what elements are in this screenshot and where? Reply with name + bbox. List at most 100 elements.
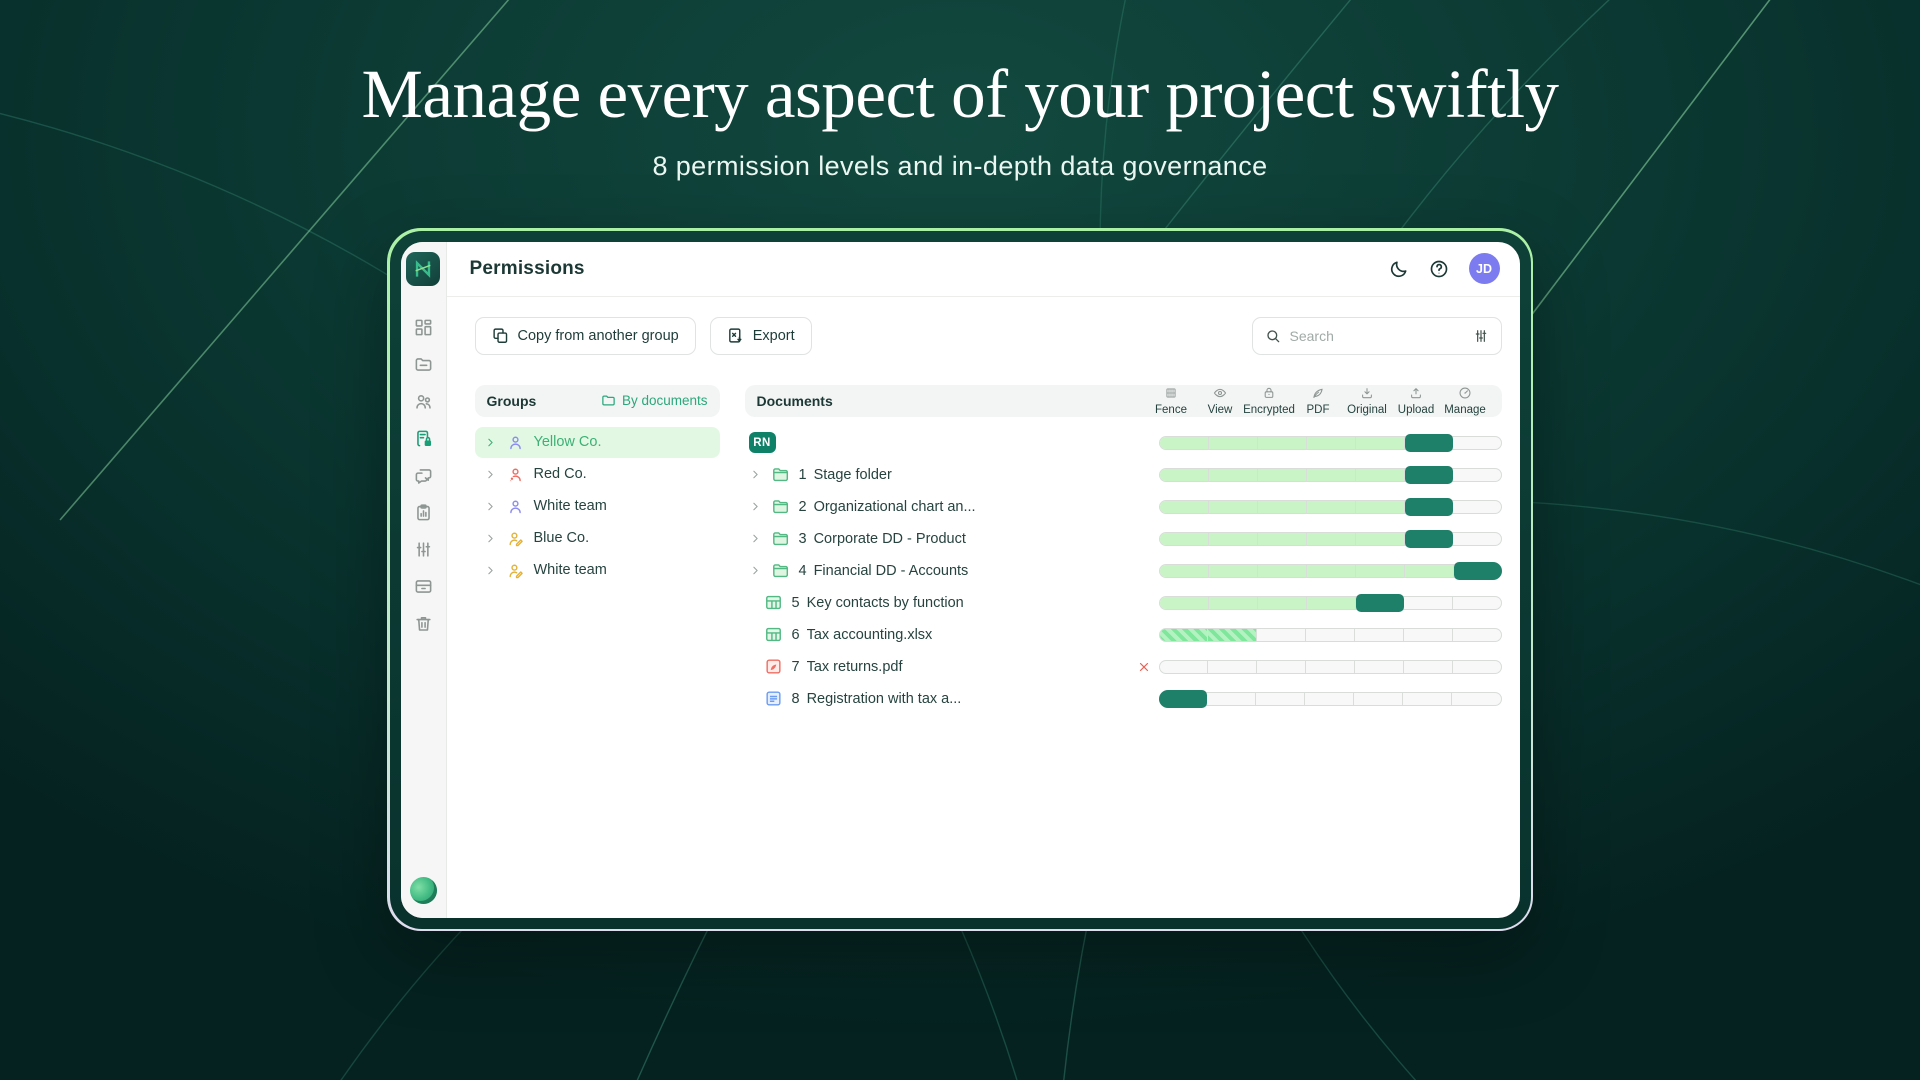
permission-segment-view[interactable] bbox=[1209, 501, 1258, 513]
document-row[interactable]: 3Corporate DD - Product bbox=[745, 523, 1502, 555]
column-upload[interactable]: Upload bbox=[1392, 386, 1441, 416]
comments-icon[interactable] bbox=[413, 466, 433, 486]
permission-segment-original[interactable] bbox=[1356, 565, 1405, 577]
group-row[interactable]: Yellow Co. bbox=[475, 427, 720, 458]
users-icon[interactable] bbox=[413, 392, 433, 412]
document-row[interactable]: 8Registration with tax a... bbox=[745, 683, 1502, 715]
permission-segment-fence[interactable] bbox=[1160, 565, 1209, 577]
trash-icon[interactable] bbox=[413, 614, 433, 634]
permission-segment-manage[interactable] bbox=[1453, 469, 1501, 481]
permission-segment-original[interactable] bbox=[1356, 533, 1405, 545]
permission-segment-upload[interactable] bbox=[1403, 693, 1452, 705]
by-documents-link[interactable]: By documents bbox=[601, 393, 708, 408]
permission-segment-encrypted[interactable] bbox=[1257, 629, 1306, 641]
permission-segment-view[interactable] bbox=[1209, 469, 1258, 481]
permission-segment-upload[interactable] bbox=[1405, 565, 1454, 577]
filter-sliders-icon[interactable] bbox=[1473, 328, 1489, 344]
document-row[interactable]: 1Stage folder bbox=[745, 459, 1502, 491]
permission-segment-fence[interactable] bbox=[1159, 690, 1207, 708]
permission-segment-upload[interactable] bbox=[1405, 466, 1453, 484]
column-original[interactable]: Original bbox=[1343, 386, 1392, 416]
permission-segment-manage[interactable] bbox=[1453, 661, 1501, 673]
permission-segment-manage[interactable] bbox=[1454, 562, 1502, 580]
permission-segment-view[interactable] bbox=[1209, 597, 1258, 609]
permission-segment-fence[interactable] bbox=[1160, 629, 1209, 641]
document-row[interactable]: 4Financial DD - Accounts bbox=[745, 555, 1502, 587]
group-row[interactable]: Blue Co. bbox=[475, 523, 720, 554]
permission-segment-pdf[interactable] bbox=[1306, 661, 1355, 673]
permission-segment-upload[interactable] bbox=[1404, 597, 1453, 609]
permission-segment-view[interactable] bbox=[1208, 629, 1257, 641]
chevron-right-icon[interactable] bbox=[484, 564, 497, 577]
permission-segment-manage[interactable] bbox=[1453, 597, 1501, 609]
group-row[interactable]: White team bbox=[475, 555, 720, 586]
permission-segment-fence[interactable] bbox=[1160, 533, 1209, 545]
permission-segment-upload[interactable] bbox=[1404, 661, 1453, 673]
permission-segment-original[interactable] bbox=[1354, 693, 1403, 705]
document-row[interactable]: 5Key contacts by function bbox=[745, 587, 1502, 619]
permission-segment-original[interactable] bbox=[1356, 437, 1405, 449]
chevron-right-icon[interactable] bbox=[484, 532, 497, 545]
permission-segment-pdf[interactable] bbox=[1307, 597, 1356, 609]
permission-segment-view[interactable] bbox=[1207, 693, 1256, 705]
permission-segment-pdf[interactable] bbox=[1307, 565, 1356, 577]
permission-segment-pdf[interactable] bbox=[1307, 437, 1356, 449]
permission-segment-original[interactable] bbox=[1356, 501, 1405, 513]
search-field[interactable] bbox=[1252, 317, 1502, 355]
export-button[interactable]: Export bbox=[710, 317, 812, 355]
document-row[interactable]: 2Organizational chart an... bbox=[745, 491, 1502, 523]
dashboard-icon[interactable] bbox=[413, 318, 433, 338]
permission-segment-encrypted[interactable] bbox=[1257, 661, 1306, 673]
permission-segment-original[interactable] bbox=[1355, 629, 1404, 641]
help-icon[interactable] bbox=[1429, 259, 1449, 279]
permission-segment-upload[interactable] bbox=[1405, 530, 1453, 548]
permission-segment-pdf[interactable] bbox=[1306, 629, 1355, 641]
column-view[interactable]: View bbox=[1196, 386, 1245, 416]
theme-toggle-moon-icon[interactable] bbox=[1389, 259, 1409, 279]
user-avatar[interactable]: JD bbox=[1469, 253, 1500, 284]
permission-segment-original[interactable] bbox=[1356, 594, 1404, 612]
permission-segment-view[interactable] bbox=[1208, 661, 1257, 673]
permission-segment-upload[interactable] bbox=[1404, 629, 1453, 641]
search-input[interactable] bbox=[1290, 328, 1464, 344]
document-row[interactable]: 7Tax returns.pdf bbox=[745, 651, 1502, 683]
permission-segment-encrypted[interactable] bbox=[1258, 533, 1307, 545]
column-fence[interactable]: Fence bbox=[1147, 386, 1196, 416]
permission-segment-fence[interactable] bbox=[1160, 661, 1209, 673]
chevron-right-icon[interactable] bbox=[484, 436, 497, 449]
permission-segment-encrypted[interactable] bbox=[1258, 597, 1307, 609]
archive-icon[interactable] bbox=[413, 577, 433, 597]
chevron-right-icon[interactable] bbox=[749, 532, 762, 545]
permission-segment-view[interactable] bbox=[1209, 533, 1258, 545]
permission-segment-encrypted[interactable] bbox=[1258, 565, 1307, 577]
app-logo[interactable] bbox=[406, 252, 440, 286]
reports-icon[interactable] bbox=[413, 503, 433, 523]
permission-segment-encrypted[interactable] bbox=[1256, 693, 1305, 705]
column-encrypted[interactable]: Encrypted bbox=[1245, 386, 1294, 416]
chevron-right-icon[interactable] bbox=[484, 500, 497, 513]
permission-segment-manage[interactable] bbox=[1453, 533, 1501, 545]
chevron-right-icon[interactable] bbox=[484, 468, 497, 481]
permission-segment-pdf[interactable] bbox=[1307, 533, 1356, 545]
permission-segment-original[interactable] bbox=[1356, 469, 1405, 481]
permission-segment-manage[interactable] bbox=[1453, 501, 1501, 513]
permission-segment-original[interactable] bbox=[1355, 661, 1404, 673]
permission-segment-fence[interactable] bbox=[1160, 437, 1209, 449]
group-row[interactable]: White team bbox=[475, 491, 720, 522]
permission-segment-encrypted[interactable] bbox=[1258, 437, 1307, 449]
group-row[interactable]: Red Co. bbox=[475, 459, 720, 490]
permission-segment-fence[interactable] bbox=[1160, 501, 1209, 513]
chevron-right-icon[interactable] bbox=[749, 468, 762, 481]
permission-segment-fence[interactable] bbox=[1160, 469, 1209, 481]
permission-segment-view[interactable] bbox=[1209, 437, 1258, 449]
copy-from-group-button[interactable]: Copy from another group bbox=[475, 317, 696, 355]
permission-segment-upload[interactable] bbox=[1405, 498, 1453, 516]
column-pdf[interactable]: PDF bbox=[1294, 386, 1343, 416]
document-row[interactable]: 6Tax accounting.xlsx bbox=[745, 619, 1502, 651]
column-manage[interactable]: Manage bbox=[1441, 386, 1490, 416]
permission-segment-manage[interactable] bbox=[1452, 693, 1500, 705]
permission-segment-pdf[interactable] bbox=[1307, 501, 1356, 513]
chevron-right-icon[interactable] bbox=[749, 500, 762, 513]
permission-segment-upload[interactable] bbox=[1405, 434, 1453, 452]
permission-segment-view[interactable] bbox=[1209, 565, 1258, 577]
